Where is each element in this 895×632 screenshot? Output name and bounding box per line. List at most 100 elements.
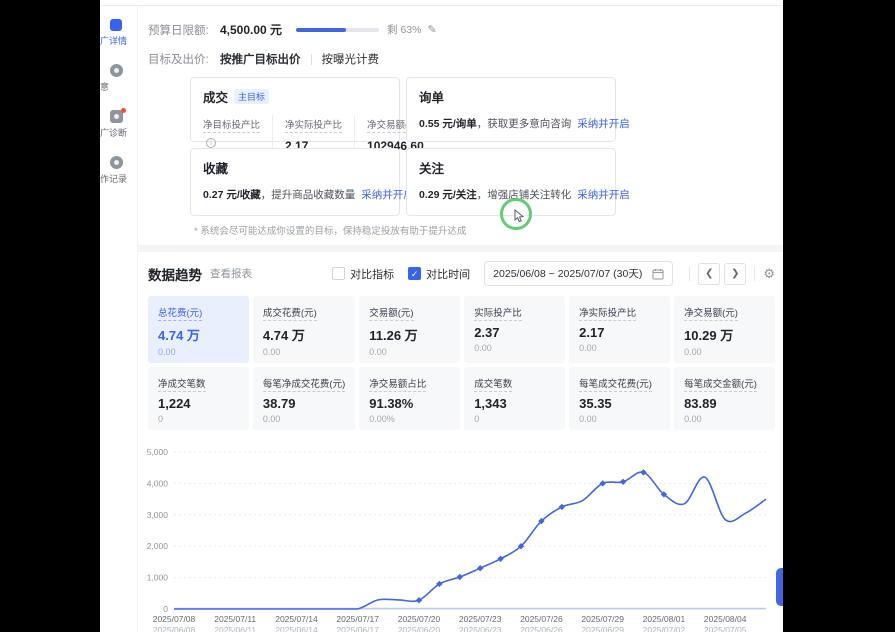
tab-bid-by-goal[interactable]: 按推广目标出价 <box>220 51 301 67</box>
goal-bid-label: 目标及出价: <box>148 51 220 67</box>
metric-cell-4[interactable]: 实际投产比2.370.00 <box>464 296 565 363</box>
settings-gear-icon[interactable]: ⚙ <box>763 266 775 282</box>
favorite-card-title: 收藏 <box>203 158 228 177</box>
section-divider <box>138 245 783 252</box>
red-badge-dot <box>121 108 126 113</box>
svg-text:2025/07/08: 2025/07/08 <box>153 614 196 624</box>
sidebar-item-2[interactable]: 创意 <box>100 64 137 93</box>
budget-edit-icon[interactable]: ✎ <box>427 23 436 36</box>
page-top-border <box>100 0 783 6</box>
detail-icon <box>110 19 122 31</box>
metric-cell-5[interactable]: 净实际投产比2.170.00 <box>569 296 670 363</box>
metric-compare-value: 0 <box>158 414 239 424</box>
metric-cell-3[interactable]: 交易额(元)11.26 万0.00 <box>359 296 460 363</box>
sidebar-item-3[interactable]: 推广诊断 <box>100 110 137 139</box>
metric-value: 35.35 <box>579 396 660 411</box>
metric-cell-10[interactable]: 成交笔数1,3430 <box>464 367 565 430</box>
metric-compare-value: 0.00 <box>158 347 239 357</box>
sidebar-item-label: 操作记录 <box>100 172 137 185</box>
svg-text:2025/06/26: 2025/06/26 <box>520 625 563 632</box>
mouse-cursor-icon <box>514 209 525 223</box>
checkbox-unchecked-icon <box>332 267 345 280</box>
metric-label: 每笔成交金额(元) <box>684 376 757 392</box>
metric-cell-1[interactable]: 总花费(元)4.74 万0.00 <box>148 296 249 363</box>
metric-value: 2.17 <box>579 325 660 340</box>
metric-compare-value: 0 <box>474 414 555 424</box>
metric-cell-12[interactable]: 每笔成交金额(元) 83.89 0.00 <box>674 367 775 430</box>
metric-cell-7[interactable]: 净成交笔数1,2240 <box>148 367 249 430</box>
sidebar-item-4[interactable]: 操作记录 <box>100 156 137 185</box>
goal-bid-row: 目标及出价: 按推广目标出价 按曝光计费 <box>148 51 775 67</box>
follow-card-title: 关注 <box>419 158 444 177</box>
metric-label: 净成交笔数 <box>158 376 206 392</box>
budget-remaining: 剩 63% <box>387 22 421 37</box>
diagnose-icon <box>110 110 123 123</box>
tab-bid-by-impression[interactable]: 按曝光计费 <box>322 51 380 67</box>
svg-text:4,000: 4,000 <box>147 478 169 488</box>
goal-card-inquiry: 询单 0.55 元/询单，获取更多意向咨询采纳并开启 <box>406 77 616 142</box>
svg-text:2025/07/29: 2025/07/29 <box>581 614 624 624</box>
controls-divider-2 <box>754 267 755 281</box>
deal-card-title: 成交 <box>203 87 228 106</box>
svg-text:3,000: 3,000 <box>147 510 169 520</box>
metric-value: 11.26 万 <box>369 325 450 344</box>
metric-compare-value: 0.00 <box>684 414 765 424</box>
view-report-link[interactable]: 查看报表 <box>210 266 252 281</box>
metric-label: 净交易额占比 <box>369 376 426 392</box>
trend-chart: 01,0002,0003,0004,0005,0002025/07/082025… <box>142 444 775 632</box>
metric-label: 成交花费(元) <box>263 305 317 321</box>
budget-row: 预算日限额: 4,500.00 元 剩 63% ✎ <box>148 21 775 38</box>
svg-text:2025/07/23: 2025/07/23 <box>459 614 502 624</box>
compare-time-checkbox[interactable]: ✓ 对比时间 <box>408 266 470 282</box>
svg-text:2025/07/02: 2025/07/02 <box>643 625 686 632</box>
sidebar-item-label: 创意 <box>100 80 137 93</box>
metric-cell-8[interactable]: 每笔净成交花费(元)38.790.00 <box>253 367 355 430</box>
checkbox-checked-icon: ✓ <box>408 267 421 280</box>
metric-cell-9[interactable]: 净交易额占比 91.38% 0.00% <box>359 367 460 430</box>
primary-goal-badge: 主目标 <box>234 89 269 104</box>
info-icon[interactable]: i <box>206 138 216 148</box>
metric-compare-value: 0.00 <box>579 343 660 353</box>
svg-text:2025/06/11: 2025/06/11 <box>214 625 256 632</box>
svg-text:2025/06/17: 2025/06/17 <box>336 625 379 632</box>
metric-compare-value: 0.00 <box>684 347 765 357</box>
metric-value: 4.74 万 <box>158 325 239 344</box>
metric-label: 净交易额(元) <box>684 305 738 321</box>
metric-value: 83.89 <box>684 396 765 411</box>
svg-text:2025/07/17: 2025/07/17 <box>336 614 379 624</box>
svg-text:2025/06/20: 2025/06/20 <box>398 625 441 632</box>
inquiry-adopt-link[interactable]: 采纳并开启 <box>577 118 630 130</box>
floating-side-button[interactable] <box>776 568 783 606</box>
svg-text:2025/07/05: 2025/07/05 <box>704 625 747 632</box>
side-nav: 推广详情创意推广诊断操作记录 <box>100 7 138 632</box>
svg-text:2025/06/29: 2025/06/29 <box>581 625 624 632</box>
metric-cell-11[interactable]: 每笔成交花费(元)35.350.00 <box>569 367 670 430</box>
metric-cell-2[interactable]: 成交花费(元)4.74 万0.00 <box>253 296 355 363</box>
svg-text:2025/07/20: 2025/07/20 <box>398 614 441 624</box>
sidebar-item-1[interactable]: 推广详情 <box>100 19 137 47</box>
metric-value: 10.29 万 <box>684 325 765 344</box>
history-icon <box>110 156 123 169</box>
svg-text:1,000: 1,000 <box>147 573 169 583</box>
svg-text:5,000: 5,000 <box>147 447 169 457</box>
svg-text:2025/06/23: 2025/06/23 <box>459 625 502 632</box>
date-range-input[interactable]: 2025/06/08 ~ 2025/07/07 (30天) <box>484 261 673 286</box>
next-period-button[interactable]: ❯ <box>724 263 746 285</box>
follow-adopt-link[interactable]: 采纳并开启 <box>577 189 630 201</box>
svg-text:0: 0 <box>163 604 168 614</box>
trend-title: 数据趋势 <box>148 264 202 284</box>
metric-value: 38.79 <box>263 396 345 411</box>
metric-cell-6[interactable]: 净交易额(元) 10.29 万 0.00 <box>674 296 775 363</box>
metric-compare-value: 0.00 <box>369 347 450 357</box>
metric-compare-value: 0.00% <box>369 414 450 424</box>
metric-compare-value: 0.00 <box>579 414 660 424</box>
metric-value: 4.74 万 <box>263 325 345 344</box>
inquiry-card-title: 询单 <box>419 87 444 106</box>
goal-cards-grid: 成交 主目标 净目标投产比i 2.45 ✎ 净实际投产比 2.17 <box>190 77 616 216</box>
goal-card-favorite: 收藏 0.27 元/收藏，提升商品收藏数量采纳并开启 <box>190 148 400 216</box>
metric-value: 91.38% <box>369 396 450 411</box>
compare-metric-checkbox[interactable]: 对比指标 <box>332 266 394 282</box>
svg-text:2025/07/11: 2025/07/11 <box>214 614 256 624</box>
prev-period-button[interactable]: ❮ <box>698 263 720 285</box>
budget-label: 预算日限额: <box>148 22 220 38</box>
